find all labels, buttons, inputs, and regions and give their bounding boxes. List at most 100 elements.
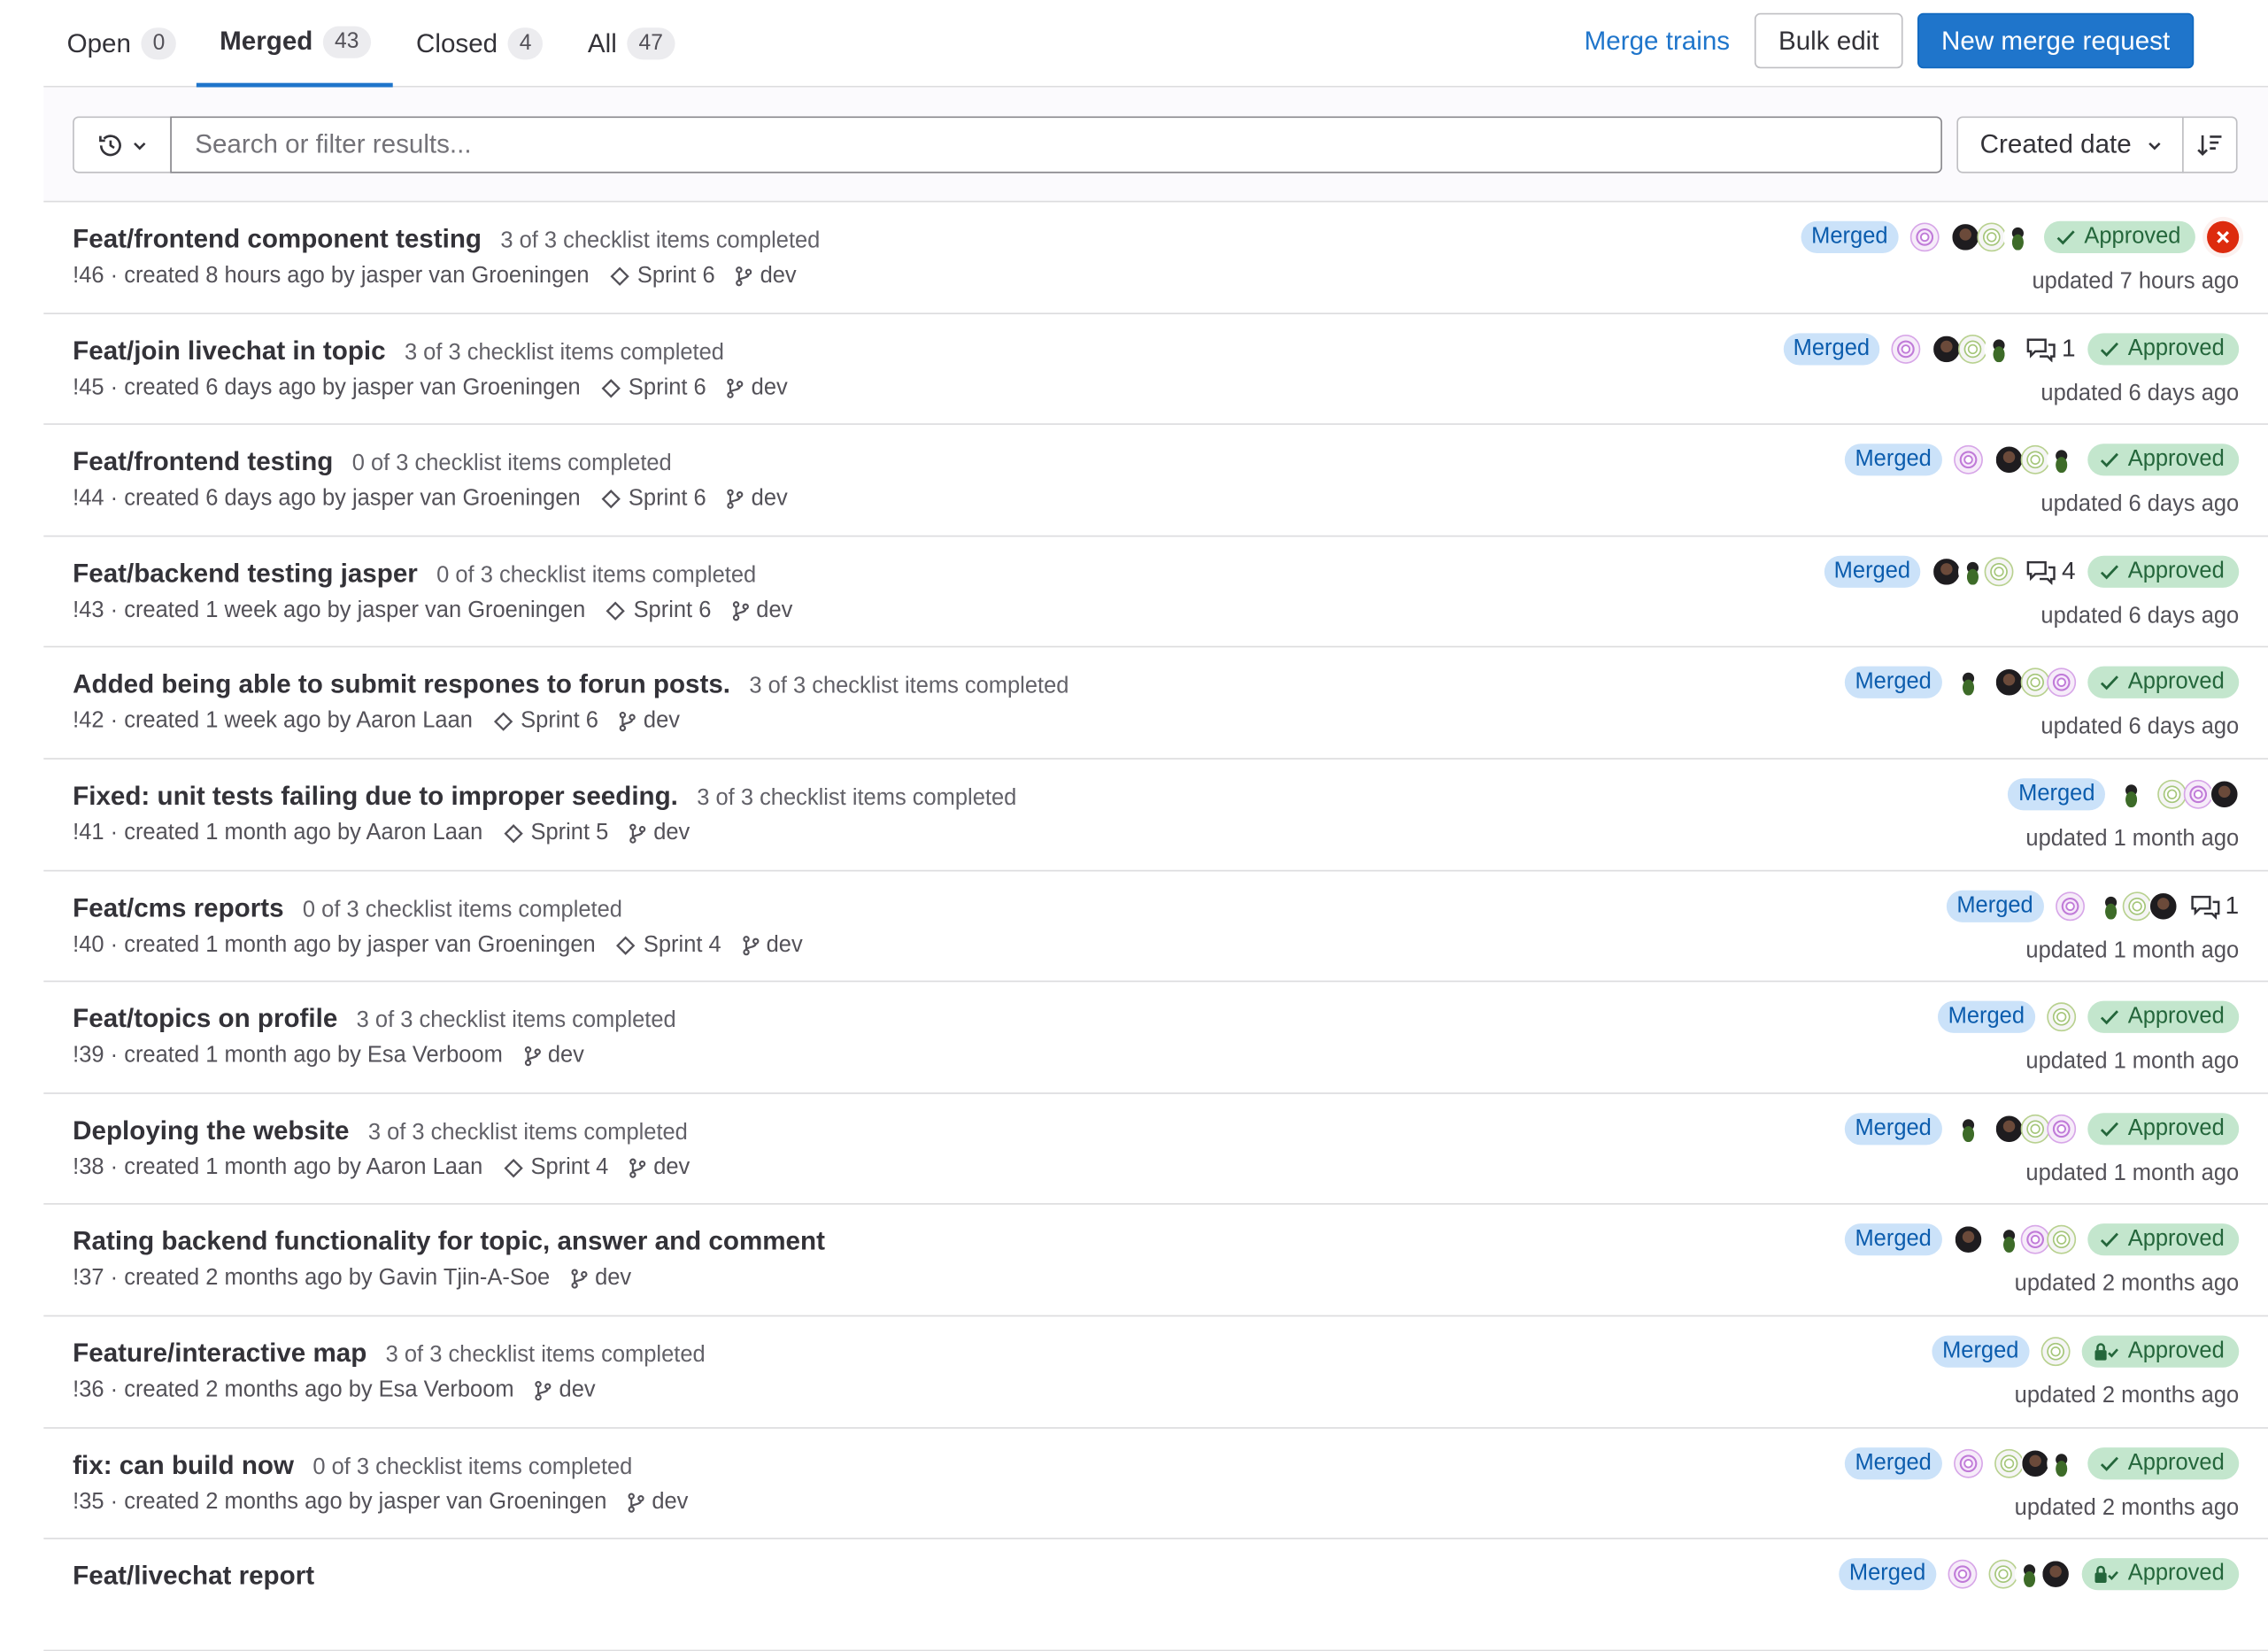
- avatar[interactable]: [1994, 1114, 2024, 1144]
- comments-count[interactable]: 1: [2025, 334, 2076, 363]
- mr-milestone[interactable]: Sprint 6: [606, 598, 711, 624]
- avatar[interactable]: [1958, 557, 1988, 586]
- tab-closed[interactable]: Closed 4: [416, 0, 544, 88]
- mr-target-branch[interactable]: dev: [570, 1266, 631, 1292]
- mr-title-link[interactable]: Feat/livechat report: [73, 1562, 314, 1593]
- avatar[interactable]: [2157, 779, 2187, 809]
- mr-target-branch[interactable]: dev: [523, 1044, 584, 1070]
- avatar[interactable]: [1987, 1559, 2017, 1589]
- bulk-edit-button[interactable]: Bulk edit: [1754, 12, 1903, 69]
- mr-title-link[interactable]: Feat/backend testing jasper: [73, 559, 418, 590]
- avatar[interactable]: [1932, 557, 1962, 586]
- mr-target-branch[interactable]: dev: [629, 821, 690, 847]
- history-icon: [99, 134, 121, 156]
- mr-milestone[interactable]: Sprint 6: [601, 486, 706, 513]
- mr-milestone[interactable]: Sprint 6: [493, 709, 598, 736]
- mr-target-branch[interactable]: dev: [727, 374, 788, 401]
- branch-label: dev: [643, 708, 680, 734]
- mr-title-link[interactable]: Rating backend functionality for topic, …: [73, 1227, 825, 1258]
- avatar[interactable]: [1947, 1559, 1977, 1589]
- mr-target-branch[interactable]: dev: [629, 1154, 690, 1181]
- avatar[interactable]: [1953, 1114, 1983, 1144]
- avatar[interactable]: [2020, 445, 2049, 475]
- avatar[interactable]: [2020, 1448, 2049, 1477]
- avatar[interactable]: [1984, 557, 2014, 586]
- close-icon: [2217, 230, 2230, 243]
- search-input[interactable]: [170, 116, 1942, 174]
- avatar[interactable]: [2095, 891, 2125, 921]
- sort-direction-button[interactable]: [2182, 116, 2238, 174]
- mr-title-link[interactable]: Feat/cms reports: [73, 892, 283, 923]
- mr-title-link[interactable]: fix: can build now: [73, 1450, 294, 1481]
- avatar[interactable]: [1994, 667, 2024, 698]
- avatar[interactable]: [1891, 334, 1921, 364]
- avatar[interactable]: [1932, 334, 1962, 364]
- mr-title-link[interactable]: Feat/frontend testing: [73, 447, 333, 478]
- mr-target-branch[interactable]: dev: [742, 932, 803, 959]
- avatar[interactable]: [1994, 445, 2024, 475]
- avatar[interactable]: [2046, 1114, 2076, 1144]
- mr-title-link[interactable]: Deploying the website: [73, 1115, 349, 1146]
- avatar[interactable]: [1953, 1225, 1983, 1255]
- avatar[interactable]: [2046, 445, 2076, 475]
- avatar[interactable]: [2014, 1559, 2044, 1589]
- comments-count[interactable]: 4: [2025, 557, 2076, 586]
- mr-milestone[interactable]: Sprint 4: [503, 1154, 608, 1181]
- mr-target-branch[interactable]: dev: [731, 598, 792, 624]
- avatar[interactable]: [2121, 891, 2151, 921]
- avatar[interactable]: [2020, 667, 2049, 698]
- avatar[interactable]: [1994, 1225, 2024, 1255]
- avatar[interactable]: [2020, 1114, 2049, 1144]
- avatar[interactable]: [2002, 222, 2033, 252]
- avatar[interactable]: [1953, 1448, 1983, 1477]
- recent-searches-button[interactable]: [73, 116, 172, 174]
- mr-milestone[interactable]: Sprint 5: [503, 821, 608, 847]
- mr-milestone[interactable]: Sprint 6: [610, 263, 715, 289]
- avatar[interactable]: [1953, 667, 1983, 698]
- avatar[interactable]: [1953, 445, 1983, 475]
- avatar[interactable]: [1994, 1448, 2024, 1477]
- mr-target-branch[interactable]: dev: [727, 486, 788, 513]
- avatar[interactable]: [1984, 334, 2014, 364]
- new-merge-request-button[interactable]: New merge request: [1917, 12, 2195, 69]
- tab-merged[interactable]: Merged 43: [196, 0, 393, 88]
- mr-target-branch[interactable]: dev: [627, 1489, 688, 1516]
- avatar[interactable]: [2117, 779, 2147, 809]
- mr-status-area: Merged: [2008, 778, 2240, 811]
- pipeline-failed-icon[interactable]: [2207, 220, 2240, 253]
- mr-title-link[interactable]: Feature/interactive map: [73, 1339, 366, 1369]
- tab-all[interactable]: All 47: [588, 0, 675, 88]
- avatar[interactable]: [2046, 1448, 2076, 1477]
- avatar[interactable]: [2183, 779, 2213, 809]
- avatar[interactable]: [2046, 667, 2076, 698]
- avatar[interactable]: [2046, 1002, 2076, 1032]
- mr-milestone[interactable]: Sprint 6: [601, 374, 706, 401]
- comments-count[interactable]: 1: [2189, 891, 2239, 921]
- avatar[interactable]: [2046, 1225, 2076, 1255]
- milestone-label: Sprint 6: [521, 708, 598, 734]
- avatar[interactable]: [2020, 1225, 2049, 1255]
- avatar[interactable]: [1950, 222, 1980, 252]
- merge-trains-link[interactable]: Merge trains: [1585, 27, 1730, 58]
- mr-milestone[interactable]: Sprint 4: [616, 932, 721, 959]
- tab-open[interactable]: Open 0: [67, 0, 177, 88]
- avatar[interactable]: [1909, 222, 1940, 252]
- avatar[interactable]: [2148, 891, 2178, 921]
- avatar[interactable]: [2040, 1559, 2070, 1589]
- mr-title-link[interactable]: Added being able to submit respones to f…: [73, 670, 730, 701]
- mr-meta: !37 · created 2 months ago by Gavin Tjin…: [73, 1266, 631, 1292]
- avatar[interactable]: [2055, 891, 2085, 921]
- sort-field-dropdown[interactable]: Created date: [1956, 116, 2184, 174]
- mr-target-branch[interactable]: dev: [619, 709, 680, 736]
- avatar[interactable]: [2040, 1337, 2070, 1367]
- mr-title-link[interactable]: Feat/join livechat in topic: [73, 336, 385, 366]
- avatar[interactable]: [1976, 222, 2006, 252]
- mr-target-branch[interactable]: dev: [535, 1377, 596, 1404]
- mr-title-link[interactable]: Fixed: unit tests failing due to imprope…: [73, 781, 678, 812]
- avatar[interactable]: [1958, 334, 1988, 364]
- mr-title-link[interactable]: Feat/frontend component testing: [73, 224, 482, 255]
- mr-status-area: Merged Approved: [1938, 1000, 2240, 1034]
- mr-target-branch[interactable]: dev: [736, 263, 797, 289]
- avatar[interactable]: [2210, 779, 2240, 809]
- mr-title-link[interactable]: Feat/topics on profile: [73, 1004, 337, 1035]
